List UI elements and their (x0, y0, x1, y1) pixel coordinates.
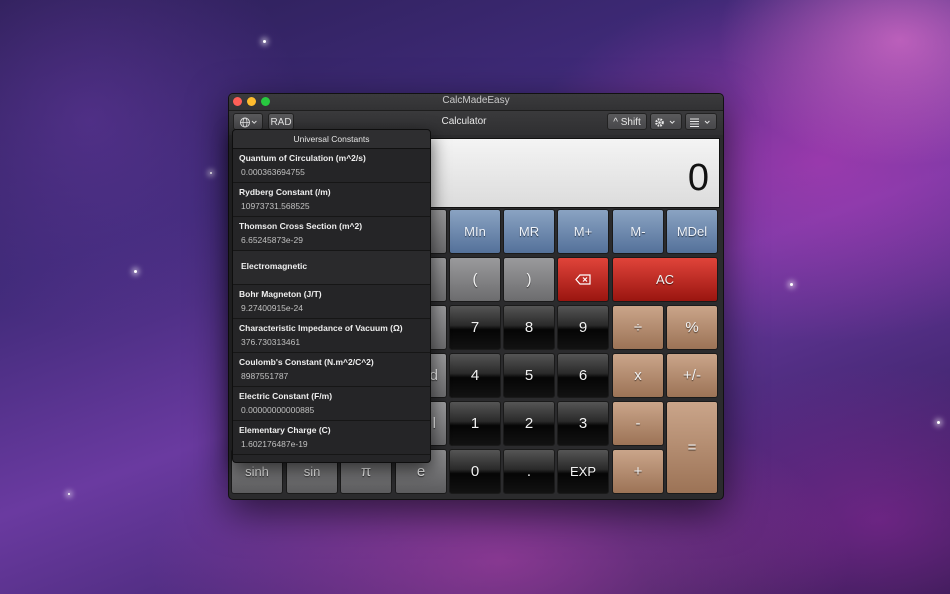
list-icon (690, 118, 710, 127)
constants-menu-button[interactable] (233, 113, 263, 130)
calculator-display: 0 (430, 138, 720, 208)
constant-value: 1.602176487e-19 (241, 439, 308, 449)
menu-item-bohr-magneton[interactable]: Bohr Magneton (J/T) 9.27400915e-24 (233, 285, 430, 319)
all-clear-button[interactable]: AC (612, 257, 718, 302)
globe-icon (240, 117, 257, 128)
decimal-point-button[interactable]: . (503, 449, 555, 494)
minus-button[interactable]: - (612, 401, 664, 446)
constant-value: 10973731.568525 (241, 201, 310, 211)
menu-item-thomson-cross-section[interactable]: Thomson Cross Section (m^2) 6.65245873e-… (233, 217, 430, 251)
digit-8-button[interactable]: 8 (503, 305, 555, 350)
star (937, 421, 940, 424)
plus-minus-button[interactable]: +/- (666, 353, 718, 398)
menu-item-rydberg-constant[interactable]: Rydberg Constant (/m) 10973731.568525 (233, 183, 430, 217)
constant-name: Elementary Charge (C) (239, 425, 331, 435)
digit-5-button[interactable]: 5 (503, 353, 555, 398)
equals-button[interactable]: = (666, 401, 718, 494)
star (210, 172, 212, 174)
digit-9-button[interactable]: 9 (557, 305, 609, 350)
constant-value: 9.27400915e-24 (241, 303, 303, 313)
shift-button[interactable]: ^ Shift (607, 113, 647, 130)
angle-mode-button[interactable]: RAD (268, 113, 294, 130)
constant-value: 6.65245873e-29 (241, 235, 303, 245)
divide-button[interactable]: ÷ (612, 305, 664, 350)
star (134, 270, 137, 273)
memory-in-button[interactable]: MIn (449, 209, 501, 254)
memory-recall-button[interactable]: MR (503, 209, 555, 254)
star (790, 283, 793, 286)
constant-name: Rydberg Constant (/m) (239, 187, 331, 197)
menu-section-electromagnetic: Electromagnetic (233, 251, 430, 285)
backspace-button[interactable] (557, 257, 609, 302)
backspace-icon (575, 274, 591, 285)
menu-item-characteristic-impedance[interactable]: Characteristic Impedance of Vacuum (Ω) 3… (233, 319, 430, 353)
title-bar: CalcMadeEasy (229, 94, 723, 111)
star (68, 493, 70, 495)
constant-value: 0.00000000000885 (241, 405, 315, 415)
star (263, 40, 266, 43)
exp-button[interactable]: EXP (557, 449, 609, 494)
digit-0-button[interactable]: 0 (449, 449, 501, 494)
digit-6-button[interactable]: 6 (557, 353, 609, 398)
settings-menu-button[interactable] (650, 113, 682, 130)
digit-2-button[interactable]: 2 (503, 401, 555, 446)
constant-name: Quantum of Circulation (m^2/s) (239, 153, 366, 163)
memory-delete-button[interactable]: MDel (666, 209, 718, 254)
memory-add-button[interactable]: M+ (557, 209, 609, 254)
display-value: 0 (687, 157, 709, 199)
menu-header: Universal Constants (233, 130, 430, 149)
constant-name: Electric Constant (F/m) (239, 391, 333, 401)
multiply-button[interactable]: x (612, 353, 664, 398)
percent-button[interactable]: % (666, 305, 718, 350)
menu-item-coulombs-constant[interactable]: Coulomb's Constant (N.m^2/C^2) 898755178… (233, 353, 430, 387)
gear-icon (655, 118, 675, 127)
constant-name: Bohr Magneton (J/T) (239, 289, 322, 299)
constant-name: Coulomb's Constant (N.m^2/C^2) (239, 357, 374, 367)
close-paren-button[interactable]: ) (503, 257, 555, 302)
toolbar-title: Calculator (441, 116, 487, 127)
menu-item-quantum-of-circulation[interactable]: Quantum of Circulation (m^2/s) 0.0003636… (233, 149, 430, 183)
digit-7-button[interactable]: 7 (449, 305, 501, 350)
plus-button[interactable]: + (612, 449, 664, 494)
constant-name: Characteristic Impedance of Vacuum (Ω) (239, 323, 403, 333)
constant-name: Thomson Cross Section (m^2) (239, 221, 363, 231)
constant-value: 376.730313461 (241, 337, 301, 347)
digit-4-button[interactable]: 4 (449, 353, 501, 398)
digit-1-button[interactable]: 1 (449, 401, 501, 446)
constant-value: 0.000363694755 (241, 167, 305, 177)
window-title: CalcMadeEasy (442, 95, 510, 106)
constant-value: 8987551787 (241, 371, 289, 381)
memory-subtract-button[interactable]: M- (612, 209, 664, 254)
universal-constants-menu: Universal Constants Quantum of Circulati… (232, 129, 431, 463)
menu-item-electric-constant[interactable]: Electric Constant (F/m) 0.00000000000885 (233, 387, 430, 421)
menu-item-elementary-charge[interactable]: Elementary Charge (C) 1.602176487e-19 (233, 421, 430, 455)
digit-3-button[interactable]: 3 (557, 401, 609, 446)
open-paren-button[interactable]: ( (449, 257, 501, 302)
list-menu-button[interactable] (685, 113, 717, 130)
